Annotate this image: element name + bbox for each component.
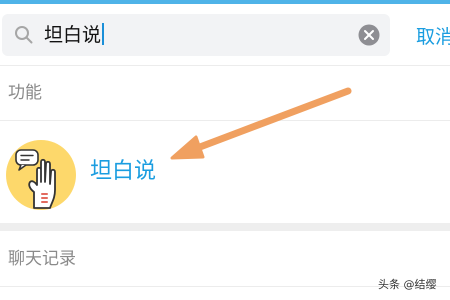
result-item-tanbaishuo[interactable]: 坦白说 — [0, 121, 450, 223]
section-label-chat-history: 聊天记录 — [8, 249, 76, 269]
search-input[interactable]: 坦白说 — [44, 21, 105, 49]
text-caret — [102, 23, 105, 45]
cancel-button[interactable]: 取消 — [416, 22, 450, 52]
search-box[interactable]: 坦白说 — [2, 14, 390, 56]
section-separator — [0, 223, 450, 231]
hand-gesture-icon — [6, 140, 76, 210]
clear-icon[interactable] — [358, 24, 380, 46]
search-query: 坦白说 — [44, 24, 102, 46]
section-header-functions: 功能 — [0, 66, 450, 120]
search-icon — [15, 26, 33, 44]
search-header: 坦白说 取消 — [0, 4, 450, 64]
result-item-label: 坦白说 — [90, 159, 157, 184]
watermark: 头条 @结缨 — [378, 278, 437, 291]
section-label-functions: 功能 — [8, 83, 42, 103]
